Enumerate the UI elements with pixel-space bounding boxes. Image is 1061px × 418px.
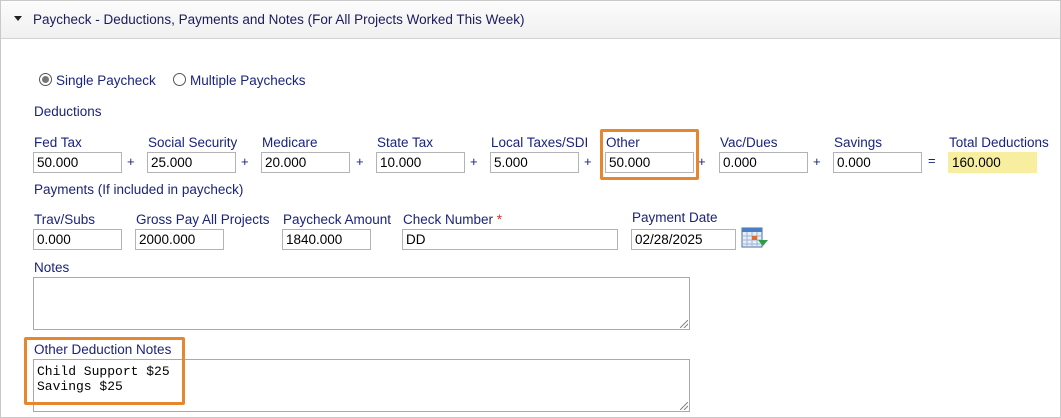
other-deduction-notes-line: Savings $25 bbox=[37, 379, 123, 394]
single-paycheck-label[interactable]: Single Paycheck bbox=[56, 73, 156, 88]
notes-textarea[interactable] bbox=[33, 277, 690, 330]
fed-tax-input[interactable]: 50.000 bbox=[33, 152, 122, 173]
other-deduction-notes-line: Child Support $25 bbox=[37, 364, 170, 379]
check-number-label: Check Number * bbox=[403, 212, 503, 227]
plus-sign: + bbox=[470, 154, 478, 169]
other-deduction-notes-textarea[interactable]: Child Support $25 Savings $25 bbox=[33, 359, 690, 412]
resize-grip-icon[interactable] bbox=[680, 402, 688, 410]
multiple-paychecks-radio[interactable] bbox=[173, 73, 186, 86]
total-deductions-value: 160.000 bbox=[948, 152, 1037, 173]
panel-header[interactable]: Paycheck - Deductions, Payments and Note… bbox=[1, 1, 1060, 39]
panel-title: Paycheck - Deductions, Payments and Note… bbox=[33, 12, 525, 27]
payment-date-input[interactable]: 02/28/2025 bbox=[631, 229, 736, 250]
payment-date-label: Payment Date bbox=[632, 210, 718, 225]
vac-dues-input[interactable]: 0.000 bbox=[719, 152, 808, 173]
payments-section-label: Payments (If included in paycheck) bbox=[34, 182, 244, 197]
resize-grip-icon[interactable] bbox=[680, 320, 688, 328]
trav-subs-label: Trav/Subs bbox=[34, 212, 96, 227]
paycheck-panel: Paycheck - Deductions, Payments and Note… bbox=[0, 0, 1061, 418]
plus-sign: + bbox=[813, 154, 821, 169]
local-taxes-label: Local Taxes/SDI bbox=[491, 135, 589, 150]
social-security-input[interactable]: 25.000 bbox=[147, 152, 236, 173]
required-marker: * bbox=[496, 212, 503, 227]
fed-tax-label: Fed Tax bbox=[34, 135, 82, 150]
gross-pay-input[interactable]: 2000.000 bbox=[135, 229, 224, 250]
plus-sign: + bbox=[698, 154, 706, 169]
paycheck-amount-label: Paycheck Amount bbox=[283, 212, 392, 227]
other-input[interactable]: 50.000 bbox=[605, 152, 694, 173]
plus-sign: + bbox=[127, 154, 135, 169]
equals-sign: = bbox=[928, 153, 936, 168]
calendar-icon[interactable] bbox=[741, 227, 769, 249]
local-taxes-input[interactable]: 5.000 bbox=[490, 152, 579, 173]
medicare-input[interactable]: 20.000 bbox=[261, 152, 350, 173]
plus-sign: + bbox=[584, 154, 592, 169]
notes-label: Notes bbox=[34, 260, 70, 275]
plus-sign: + bbox=[356, 154, 364, 169]
other-label: Other bbox=[606, 135, 640, 150]
savings-label: Savings bbox=[834, 135, 883, 150]
gross-pay-label: Gross Pay All Projects bbox=[136, 212, 270, 227]
state-tax-input[interactable]: 10.000 bbox=[376, 152, 465, 173]
trav-subs-input[interactable]: 0.000 bbox=[33, 229, 122, 250]
plus-sign: + bbox=[241, 154, 249, 169]
single-paycheck-radio[interactable] bbox=[39, 73, 52, 86]
total-deductions-label: Total Deductions bbox=[949, 135, 1049, 150]
deductions-section-label: Deductions bbox=[34, 104, 102, 119]
check-number-input[interactable]: DD bbox=[402, 229, 618, 250]
state-tax-label: State Tax bbox=[377, 135, 434, 150]
savings-input[interactable]: 0.000 bbox=[833, 152, 922, 173]
social-security-label: Social Security bbox=[148, 135, 238, 150]
vac-dues-label: Vac/Dues bbox=[720, 135, 778, 150]
caret-down-icon[interactable] bbox=[14, 16, 22, 21]
multiple-paychecks-label[interactable]: Multiple Paychecks bbox=[190, 73, 306, 88]
other-deduction-notes-label: Other Deduction Notes bbox=[34, 342, 172, 357]
medicare-label: Medicare bbox=[262, 135, 318, 150]
paycheck-amount-input[interactable]: 1840.000 bbox=[282, 229, 371, 250]
